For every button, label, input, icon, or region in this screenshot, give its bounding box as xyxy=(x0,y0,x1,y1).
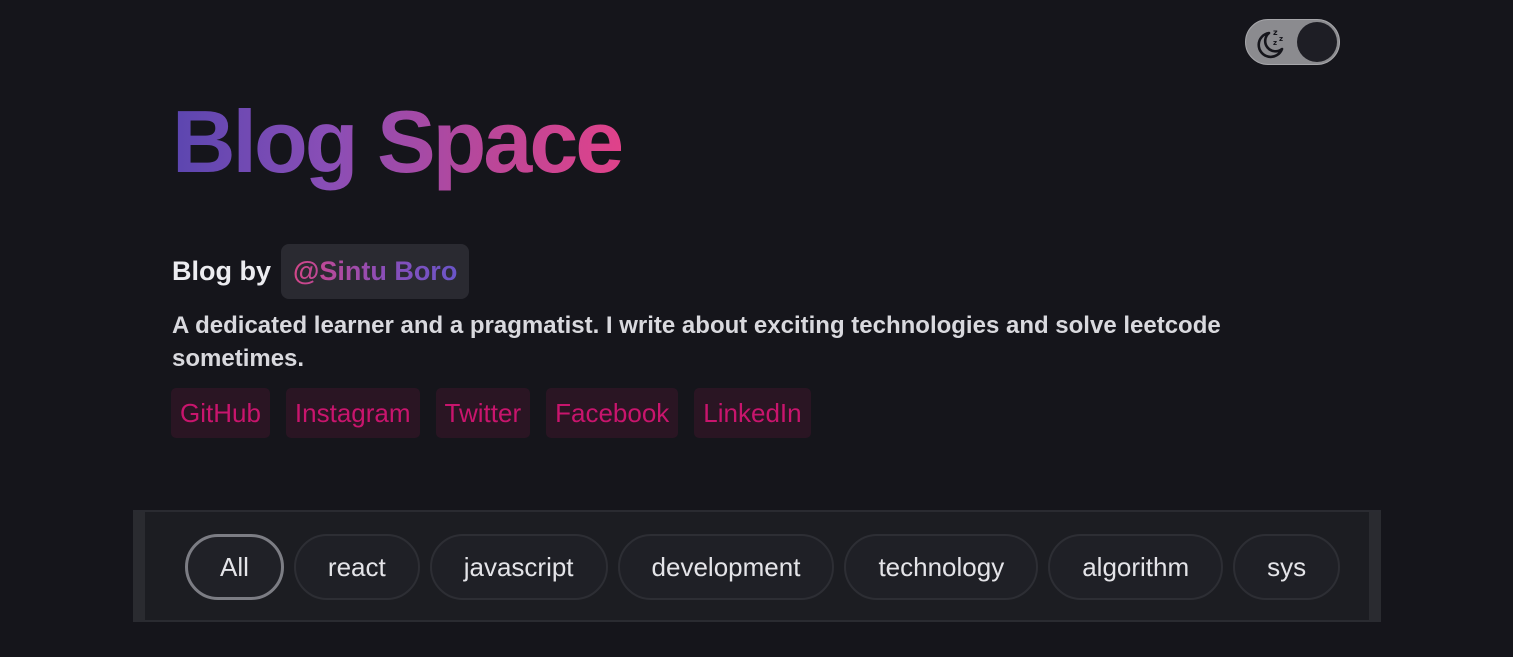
tag-list: All react javascript development technology a… xyxy=(185,534,1367,602)
tag-sys-partial[interactable]: sys xyxy=(1233,534,1341,600)
tag-javascript[interactable]: javascript xyxy=(429,534,608,600)
tag-algorithm[interactable]: algorithm xyxy=(1048,534,1224,600)
author-handle: @Sintu Boro xyxy=(293,256,458,286)
tag-technology[interactable]: technology xyxy=(844,534,1039,600)
moon-sleep-icon: z z z xyxy=(1257,28,1284,59)
theme-toggle[interactable]: z z z xyxy=(1245,19,1340,65)
page: z z z Blog Space Blog by @Sintu Boro A d… xyxy=(0,0,1513,657)
social-link-twitter[interactable]: Twitter xyxy=(435,388,531,438)
byline-label: Blog by xyxy=(172,256,271,286)
social-link-facebook[interactable]: Facebook xyxy=(546,388,679,438)
social-link-linkedin[interactable]: LinkedIn xyxy=(694,388,811,438)
social-link-github[interactable]: GitHub xyxy=(171,388,270,438)
tag-react[interactable]: react xyxy=(293,534,420,600)
scroll-edge-left xyxy=(133,512,145,620)
tag-filter-bar[interactable]: All react javascript development technology a… xyxy=(133,510,1381,622)
svg-text:z: z xyxy=(1273,39,1277,47)
social-link-instagram[interactable]: Instagram xyxy=(285,388,420,438)
social-links: GitHub Instagram Twitter Facebook Linked… xyxy=(171,388,811,438)
byline: Blog by @Sintu Boro xyxy=(172,244,470,299)
tag-development[interactable]: development xyxy=(617,534,835,600)
scroll-edge-right xyxy=(1369,512,1381,620)
svg-text:z: z xyxy=(1273,28,1278,37)
author-handle-link[interactable]: @Sintu Boro xyxy=(281,244,470,299)
svg-text:z: z xyxy=(1279,35,1283,43)
tag-all[interactable]: All xyxy=(185,534,284,600)
site-title: Blog Space xyxy=(172,82,624,202)
toggle-knob xyxy=(1297,22,1337,62)
author-bio: A dedicated learner and a pragmatist. I … xyxy=(172,312,1221,372)
